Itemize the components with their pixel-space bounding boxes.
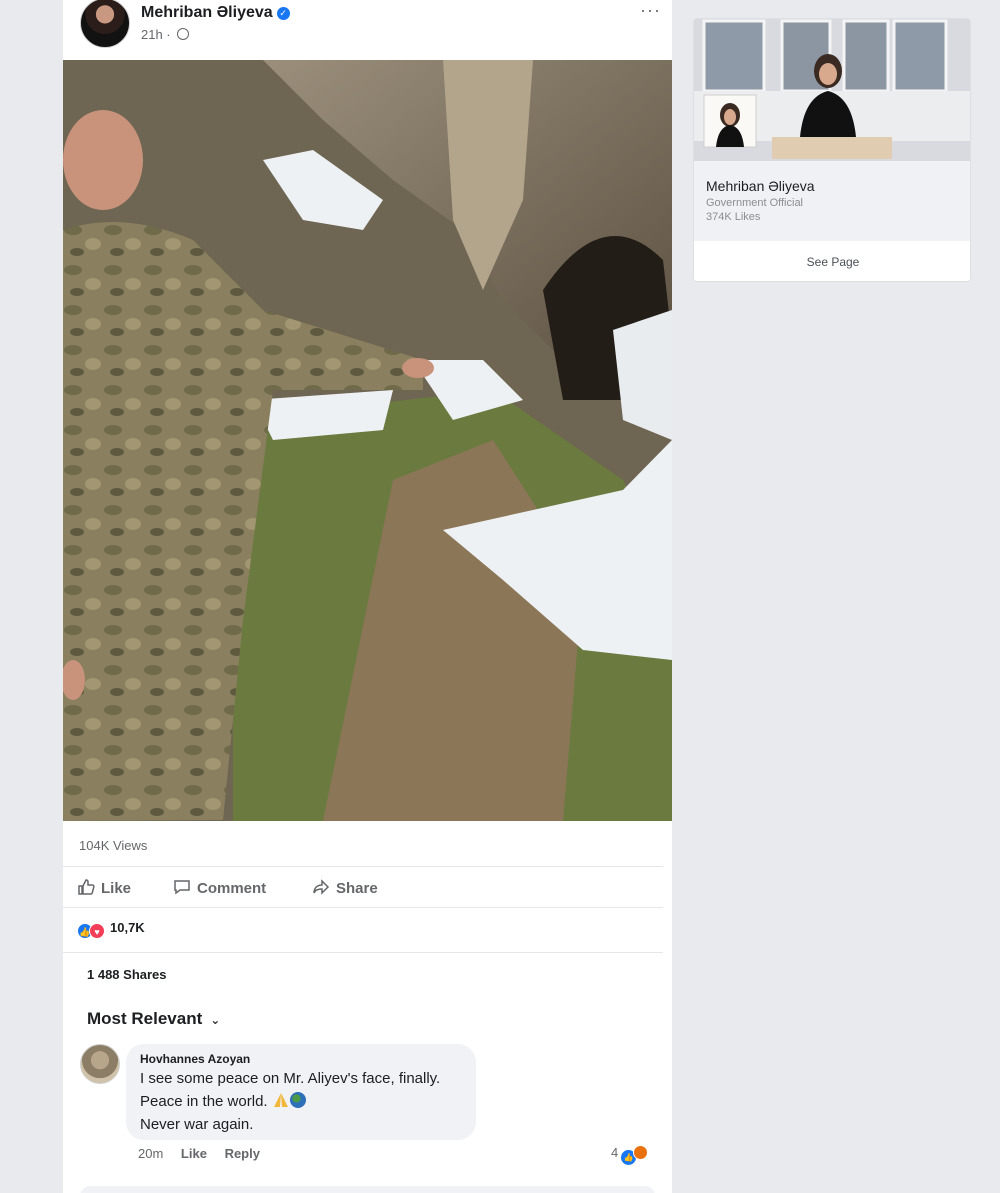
like-label: Like (101, 880, 132, 897)
page-name[interactable]: Mehriban Əliyeva (706, 178, 815, 194)
comment-button[interactable]: Comment (173, 878, 266, 897)
divider (63, 952, 663, 953)
like-button[interactable]: Like (77, 878, 131, 897)
comment-reactions[interactable]: 4 👍 (611, 1145, 649, 1165)
comment-actions: 20m Like Reply (138, 1146, 274, 1161)
comment-sort-label: Most Relevant (87, 1009, 203, 1028)
comment-text-line2: Peace in the world. (140, 1090, 464, 1113)
comment-text-line3: Never war again. (140, 1116, 254, 1133)
comment-reactions-count: 4 (611, 1145, 619, 1160)
author-avatar[interactable] (80, 0, 130, 48)
post-header: Mehriban Əliyeva ✓ 21h · ··· (63, 0, 672, 60)
comment-like-button[interactable]: Like (181, 1146, 207, 1161)
share-button[interactable]: Share (312, 878, 378, 897)
comment-text-line1: I see some peace on Mr. Aliyev's face, f… (140, 1070, 441, 1087)
comment-sort-dropdown[interactable]: Most Relevant ⌄ (87, 1009, 220, 1029)
folded-hands-emoji (273, 1093, 288, 1107)
video-frame-image (63, 60, 672, 821)
post-time[interactable]: 21h · (141, 27, 171, 42)
love-reaction-icon: ♥ (89, 923, 105, 939)
share-icon (313, 879, 330, 895)
comment-bubble: Hovhannes Azoyan I see some peace on Mr.… (126, 1044, 476, 1140)
author-name-row: Mehriban Əliyeva ✓ (141, 4, 290, 22)
page-card: Mehriban Əliyeva Government Official 374… (693, 18, 971, 282)
comment-icon (174, 880, 190, 895)
commenter-avatar[interactable] (80, 1044, 120, 1084)
comment-reply-button[interactable]: Reply (225, 1146, 260, 1161)
comment-text-line2-text: Peace in the world. (140, 1093, 268, 1110)
cover-image (694, 19, 970, 161)
page-category: Government Official (706, 197, 804, 209)
post-actions-bar: Like Comment Share (63, 866, 663, 908)
comment-time[interactable]: 20m (138, 1146, 163, 1161)
globe-icon (177, 28, 190, 40)
chevron-down-icon: ⌄ (210, 1013, 221, 1027)
post-video[interactable] (63, 60, 672, 821)
page-likes: 374K Likes (706, 211, 761, 223)
views-count: 104K Views (79, 838, 148, 853)
verified-badge-icon: ✓ (276, 7, 290, 20)
see-page-button[interactable]: See Page (694, 241, 970, 281)
earth-globe-emoji (289, 1092, 306, 1108)
share-label: Share (336, 880, 378, 897)
page-cover-photo[interactable] (694, 19, 970, 161)
author-name[interactable]: Mehriban Əliyeva (141, 4, 273, 21)
reactions-summary[interactable]: 👍 ♥ 10,7K (77, 920, 145, 939)
commenter-name[interactable]: Hovhannes Azoyan (140, 1052, 464, 1066)
angry-reaction-icon (633, 1145, 649, 1160)
post-meta: 21h · (141, 27, 190, 42)
comment-input-partial[interactable] (80, 1186, 655, 1193)
shares-count[interactable]: 1 488 Shares (87, 967, 167, 982)
post-card: Mehriban Əliyeva ✓ 21h · ··· 104K Views … (63, 0, 672, 1193)
reactions-count: 10,7K (110, 920, 145, 935)
page-info: Mehriban Əliyeva Government Official 374… (694, 161, 970, 241)
comment-label: Comment (197, 880, 267, 897)
more-options-icon[interactable]: ··· (640, 0, 661, 21)
like-icon (78, 879, 95, 895)
